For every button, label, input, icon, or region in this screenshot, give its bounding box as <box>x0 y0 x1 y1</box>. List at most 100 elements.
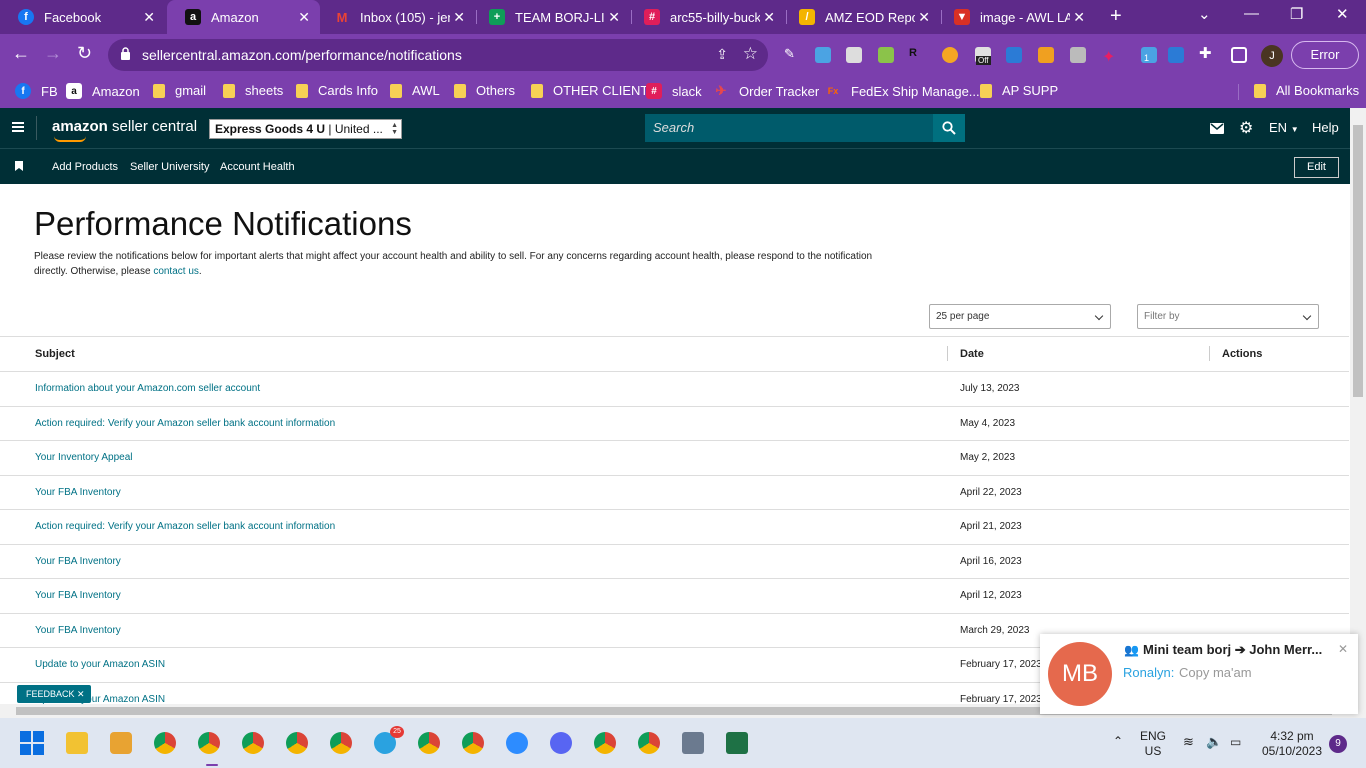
discord-icon[interactable] <box>550 732 572 754</box>
bookmark-others-folder[interactable]: Others <box>454 83 515 98</box>
menu-icon[interactable] <box>12 122 24 132</box>
bookmark-cards-folder[interactable]: Cards Info <box>296 83 378 98</box>
column-date[interactable]: Date <box>960 348 984 360</box>
extension-icon[interactable] <box>1006 47 1022 63</box>
chrome-icon[interactable] <box>154 732 176 754</box>
tab-search-icon[interactable]: ⌄ <box>1198 5 1211 23</box>
profile-error-button[interactable]: Error <box>1291 41 1359 69</box>
store-selector[interactable]: Express Goods 4 U | United ... ▲ ▼ <box>209 119 402 139</box>
chrome-icon[interactable] <box>638 732 660 754</box>
close-icon[interactable]: ✕ <box>77 689 85 699</box>
bookmark-icon[interactable] <box>15 161 23 171</box>
close-tab-icon[interactable]: ✕ <box>298 9 310 26</box>
chrome-icon[interactable] <box>330 732 352 754</box>
extension-icon[interactable] <box>942 47 958 63</box>
tab-gmail[interactable]: M Inbox (105) - jen ✕ <box>322 0 475 34</box>
extension-icon[interactable] <box>878 47 894 63</box>
extension-off-icon[interactable]: Off <box>975 47 991 65</box>
notification-subject-link[interactable]: Action required: Verify your Amazon sell… <box>35 521 335 532</box>
tab-sheets[interactable]: + TEAM BORJ-LIGI ✕ <box>477 0 630 34</box>
bookmark-other-client-folder[interactable]: OTHER CLIENT <box>531 83 648 98</box>
show-hidden-icons[interactable]: ⌃ <box>1113 734 1123 748</box>
bookmark-gmail-folder[interactable]: gmail <box>153 83 206 98</box>
chrome-icon[interactable] <box>198 732 220 754</box>
settings-gear-icon[interactable]: ⚙ <box>1239 118 1253 138</box>
volume-icon[interactable]: 🔈 <box>1206 734 1222 750</box>
chart-extension-icon[interactable] <box>1038 47 1054 63</box>
extensions-puzzle-icon[interactable]: ✚ <box>1199 44 1215 62</box>
chrome-icon[interactable] <box>418 732 440 754</box>
column-subject[interactable]: Subject <box>35 348 75 360</box>
subnav-seller-university[interactable]: Seller University <box>130 161 209 173</box>
back-icon[interactable]: ← <box>12 43 30 64</box>
bookmark-fb[interactable]: f FB <box>15 83 58 99</box>
maximize-icon[interactable]: ❐ <box>1290 5 1303 23</box>
extension-icon[interactable] <box>1070 47 1086 63</box>
battery-icon[interactable]: ▭ <box>1230 735 1241 749</box>
vertical-scrollbar[interactable] <box>1350 108 1366 718</box>
chrome-icon[interactable] <box>594 732 616 754</box>
file-explorer-icon[interactable] <box>66 732 88 754</box>
seller-central-logo[interactable]: amazon seller central <box>52 118 197 135</box>
camera-extension-icon[interactable] <box>846 47 862 63</box>
all-bookmarks[interactable]: All Bookmarks <box>1254 83 1359 98</box>
bookmark-ap-supp-folder[interactable]: AP SUPP <box>980 83 1058 98</box>
tab-facebook[interactable]: f Facebook ✕ <box>0 0 165 34</box>
tab-eod-report[interactable]: / AMZ EOD Repor ✕ <box>787 0 940 34</box>
language-selector[interactable]: EN ▼ <box>1269 120 1299 135</box>
close-tab-icon[interactable]: ✕ <box>143 9 155 26</box>
extension-pen-icon[interactable]: ✎ <box>784 46 800 62</box>
extension-icon[interactable] <box>815 47 831 63</box>
tab-image-awl[interactable]: ▼ image - AWL LA ✕ <box>942 0 1095 34</box>
notification-subject-link[interactable]: Information about your Amazon.com seller… <box>35 383 260 394</box>
bookmark-star-icon[interactable]: ☆ <box>743 44 758 64</box>
reload-icon[interactable]: ↻ <box>77 43 92 64</box>
bookmark-sheets-folder[interactable]: sheets <box>223 83 283 98</box>
notification-subject-link[interactable]: Action required: Verify your Amazon sell… <box>35 418 335 429</box>
notification-subject-link[interactable]: Your FBA Inventory <box>35 590 121 601</box>
close-tab-icon[interactable]: ✕ <box>608 9 620 26</box>
bookmark-order-tracker[interactable]: ✈ Order Tracker <box>713 83 820 99</box>
scrollbar-thumb[interactable] <box>1353 125 1363 397</box>
notification-subject-link[interactable]: Your FBA Inventory <box>35 487 121 498</box>
subnav-add-products[interactable]: Add Products <box>52 161 118 173</box>
search-button[interactable] <box>933 114 965 142</box>
close-tab-icon[interactable]: ✕ <box>1073 9 1085 26</box>
bookmark-slack[interactable]: # slack <box>646 83 702 99</box>
share-icon[interactable]: ⇪ <box>716 46 728 63</box>
contact-us-link[interactable]: contact us <box>153 266 199 277</box>
notification-subject-link[interactable]: Your Inventory Appeal <box>35 452 132 463</box>
edit-button[interactable]: Edit <box>1294 157 1339 178</box>
notification-subject-link[interactable]: Your FBA Inventory <box>35 556 121 567</box>
tab-slack[interactable]: # arc55-billy-buck ✕ <box>632 0 785 34</box>
windows-start-icon[interactable] <box>20 731 44 755</box>
feedback-button[interactable]: FEEDBACK ✕ <box>17 685 91 703</box>
minimize-icon[interactable]: — <box>1244 5 1259 22</box>
bookmark-amazon[interactable]: a Amazon <box>66 83 140 99</box>
extension-icon[interactable]: R <box>909 47 925 63</box>
calculator-icon[interactable] <box>682 732 704 754</box>
extension-icon[interactable] <box>1168 47 1184 63</box>
wifi-icon[interactable]: ≋ <box>1183 734 1194 750</box>
extension-icon[interactable]: 1 <box>1141 47 1157 63</box>
notification-subject-link[interactable]: Your FBA Inventory <box>35 625 121 636</box>
new-tab-button[interactable]: + <box>1110 5 1122 28</box>
close-icon[interactable]: ✕ <box>1338 642 1348 656</box>
side-panel-icon[interactable] <box>1231 47 1247 63</box>
help-link[interactable]: Help <box>1312 120 1339 135</box>
profile-avatar[interactable]: J <box>1261 45 1283 67</box>
notification-subject-link[interactable]: Update to your Amazon ASIN <box>35 659 165 670</box>
per-page-select[interactable]: 25 per page <box>929 304 1111 329</box>
zoom-icon[interactable] <box>506 732 528 754</box>
app-icon[interactable] <box>110 732 132 754</box>
language-indicator[interactable]: ENG US <box>1138 729 1168 759</box>
search-input[interactable]: Search <box>645 114 933 142</box>
chat-notification-toast[interactable]: MB 👥 Mini team borj ➔ John Merr... ✕ Ron… <box>1040 634 1358 714</box>
close-tab-icon[interactable]: ✕ <box>918 9 930 26</box>
bookmark-awl-folder[interactable]: AWL <box>390 83 440 98</box>
forward-icon[interactable]: → <box>44 43 62 64</box>
clock[interactable]: 4:32 pm 05/10/2023 <box>1258 729 1326 759</box>
close-tab-icon[interactable]: ✕ <box>453 9 465 26</box>
filter-select[interactable]: Filter by <box>1137 304 1319 329</box>
chrome-icon[interactable] <box>462 732 484 754</box>
